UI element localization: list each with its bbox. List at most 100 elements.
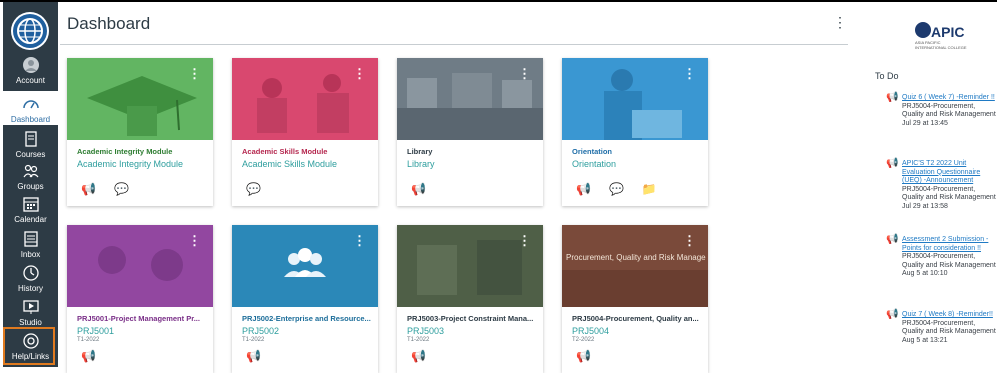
announcements-icon[interactable]: 📢 bbox=[576, 182, 591, 196]
card-options-icon[interactable]: ⋮ bbox=[188, 233, 201, 249]
card-subtitle: Orientation bbox=[572, 159, 617, 169]
inbox-icon bbox=[23, 231, 38, 247]
institution-logo-icon[interactable] bbox=[11, 12, 49, 50]
card-hero[interactable]: ⋮ bbox=[397, 58, 543, 140]
nav-calendar[interactable]: Calendar bbox=[3, 195, 58, 224]
discussions-icon[interactable]: 💬 bbox=[609, 182, 624, 196]
announcements-icon[interactable]: 📢 bbox=[411, 349, 426, 363]
card-title[interactable]: Library bbox=[407, 147, 537, 156]
card-options-icon[interactable]: ⋮ bbox=[518, 66, 531, 82]
card-subtitle: PRJ5002 bbox=[242, 326, 280, 336]
card-subtitle: Library bbox=[407, 159, 435, 169]
apic-globe-icon bbox=[915, 22, 931, 38]
nav-inbox[interactable]: Inbox bbox=[3, 230, 58, 259]
card-hero[interactable]: ⋮ bbox=[232, 58, 378, 140]
todo-course: PRJ5004-Procurement, Quality and Risk Ma… bbox=[902, 253, 996, 269]
nav-label: Courses bbox=[15, 150, 46, 159]
card-term: T1-2022 bbox=[77, 337, 100, 343]
todo-link[interactable]: APIC'S T2 2022 Unit Evaluation Questionn… bbox=[902, 160, 996, 186]
course-card-prj5001[interactable]: ⋮ PRJ5001-Project Management Pr... PRJ50… bbox=[67, 225, 213, 373]
card-options-icon[interactable]: ⋮ bbox=[353, 66, 366, 82]
course-card-prj5004[interactable]: Procurement, Quality and Risk Management… bbox=[562, 225, 708, 373]
card-title[interactable]: Orientation bbox=[572, 147, 702, 156]
card-hero[interactable]: ⋮ bbox=[232, 225, 378, 307]
course-card-prj5002[interactable]: ⋮ PRJ5002-Enterprise and Resource... PRJ… bbox=[232, 225, 378, 373]
nav-studio[interactable]: Studio bbox=[3, 298, 58, 327]
card-term: T2-2022 bbox=[572, 337, 595, 343]
card-title[interactable]: PRJ5004-Procurement, Quality an... bbox=[572, 314, 702, 323]
todo-item: 📢 Assessment 2 Submission -Points for co… bbox=[886, 234, 996, 279]
todo-item: 📢 Quiz 6 ( Week 7) -Reminder !! PRJ5004-… bbox=[886, 92, 996, 128]
card-options-icon[interactable]: ⋮ bbox=[683, 233, 696, 249]
apic-brand-logo: APIC ASIA PACIFIC INTERNATIONAL COLLEGE bbox=[893, 22, 973, 56]
announcements-icon[interactable]: 📢 bbox=[81, 349, 96, 363]
card-title[interactable]: PRJ5001-Project Management Pr... bbox=[77, 314, 207, 323]
card-title[interactable]: Academic Skills Module bbox=[242, 147, 372, 156]
card-title[interactable]: PRJ5003-Project Constraint Mana... bbox=[407, 314, 537, 323]
clock-icon bbox=[22, 265, 39, 281]
card-subtitle: Academic Integrity Module bbox=[77, 159, 184, 169]
announcements-icon[interactable]: 📢 bbox=[576, 349, 591, 363]
announcements-icon[interactable]: 📢 bbox=[411, 182, 426, 196]
card-hero[interactable]: ⋮ bbox=[67, 225, 213, 307]
todo-heading: To Do bbox=[875, 71, 899, 81]
card-options-icon[interactable]: ⋮ bbox=[353, 233, 366, 249]
studio-icon bbox=[22, 300, 39, 314]
todo-date: Aug 5 at 10:10 bbox=[902, 270, 948, 277]
nav-dashboard[interactable]: Dashboard bbox=[3, 91, 58, 125]
todo-course: PRJ5004-Procurement, Quality and Risk Ma… bbox=[902, 185, 996, 202]
files-folder-icon[interactable]: 📁 bbox=[642, 182, 657, 196]
todo-course: PRJ5004-Procurement, Quality and Risk Ma… bbox=[902, 102, 996, 119]
top-border bbox=[0, 0, 997, 2]
help-links-highlight bbox=[3, 327, 55, 365]
card-options-icon[interactable]: ⋮ bbox=[518, 233, 531, 249]
nav-courses[interactable]: Courses bbox=[3, 130, 58, 159]
discussions-icon[interactable]: 💬 bbox=[114, 182, 129, 196]
announcement-icon: 📢 bbox=[886, 234, 899, 245]
card-options-icon[interactable]: ⋮ bbox=[683, 66, 696, 82]
nav-account[interactable]: Account bbox=[3, 56, 58, 85]
announcements-icon[interactable]: 📢 bbox=[81, 182, 96, 196]
card-title[interactable]: PRJ5002-Enterprise and Resource... bbox=[242, 314, 372, 323]
todo-item: 📢 Quiz 7 ( Week 8) -Reminder!! PRJ5004-P… bbox=[886, 310, 996, 345]
nav-groups[interactable]: Groups bbox=[3, 162, 58, 191]
card-hero[interactable]: ⋮ bbox=[67, 58, 213, 140]
nav-label: Calendar bbox=[14, 215, 47, 224]
nav-label: Dashboard bbox=[10, 115, 51, 124]
card-options-icon[interactable]: ⋮ bbox=[188, 66, 201, 82]
header-divider bbox=[60, 44, 848, 45]
card-hero[interactable]: ⋮ bbox=[562, 58, 708, 140]
dashboard-options-menu-icon[interactable]: ⋮ bbox=[833, 14, 847, 31]
course-card-orientation[interactable]: ⋮ Orientation Orientation 📢 💬 📁 bbox=[562, 58, 708, 206]
todo-link[interactable]: Assessment 2 Submission -Points for cons… bbox=[902, 236, 996, 253]
todo-link[interactable]: Quiz 6 ( Week 7) -Reminder !! bbox=[902, 94, 996, 103]
nav-label: History bbox=[18, 284, 43, 293]
announcements-icon[interactable]: 📢 bbox=[246, 349, 261, 363]
discussions-icon[interactable]: 💬 bbox=[246, 182, 261, 196]
brand-name: APIC bbox=[931, 24, 965, 40]
card-hero[interactable]: Procurement, Quality and Risk Management… bbox=[562, 225, 708, 307]
nav-history[interactable]: History bbox=[3, 264, 58, 293]
card-term: T1-2022 bbox=[242, 337, 265, 343]
nav-label: Inbox bbox=[20, 250, 41, 259]
calendar-icon bbox=[22, 197, 39, 212]
announcement-icon: 📢 bbox=[886, 158, 899, 169]
card-hero[interactable]: ⋮ bbox=[397, 225, 543, 307]
course-card-prj5003[interactable]: ⋮ PRJ5003-Project Constraint Mana... PRJ… bbox=[397, 225, 543, 373]
brand-tagline: ASIA PACIFIC INTERNATIONAL COLLEGE bbox=[915, 40, 967, 50]
dashboard-icon bbox=[22, 100, 39, 109]
course-card-academic-integrity[interactable]: ⋮ Academic Integrity Module Academic Int… bbox=[67, 58, 213, 206]
course-card-academic-skills[interactable]: ⋮ Academic Skills Module Academic Skills… bbox=[232, 58, 378, 206]
card-title[interactable]: Academic Integrity Module bbox=[77, 147, 207, 156]
groups-icon bbox=[23, 164, 38, 178]
todo-link[interactable]: Quiz 7 ( Week 8) -Reminder!! bbox=[902, 311, 996, 320]
announcement-icon: 📢 bbox=[886, 92, 899, 103]
global-navigation: Account Dashboard Courses Groups Calenda… bbox=[3, 2, 58, 367]
card-subtitle: PRJ5004 bbox=[572, 326, 610, 336]
course-card-library[interactable]: ⋮ Library Library 📢 bbox=[397, 58, 543, 206]
todo-item: 📢 APIC'S T2 2022 Unit Evaluation Questio… bbox=[886, 158, 996, 211]
book-icon bbox=[24, 131, 37, 147]
todo-course: PRJ5004-Procurement, Quality and Risk Ma… bbox=[902, 319, 996, 336]
nav-label: Groups bbox=[17, 182, 44, 191]
todo-date: Jul 29 at 13:45 bbox=[902, 119, 948, 127]
